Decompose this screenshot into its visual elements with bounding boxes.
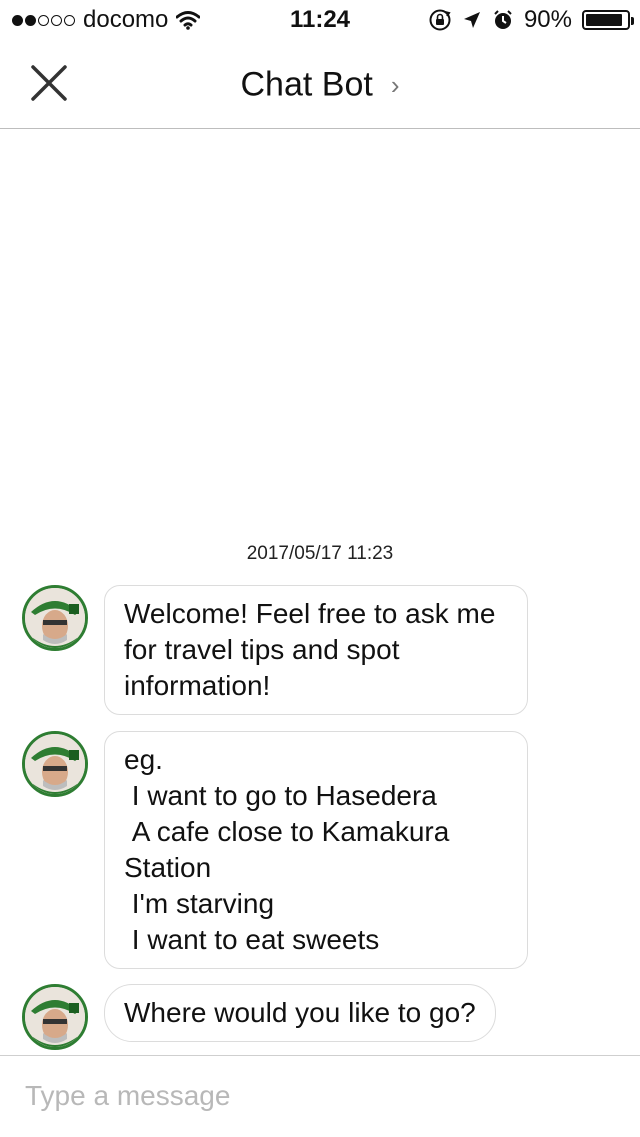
chevron-right-icon: › [390,69,400,100]
battery-percent: 90% [523,6,572,33]
bot-message-bubble: Where would you like to go? [104,984,496,1042]
location-arrow-icon [463,12,480,28]
alarm-icon [494,10,512,29]
nav-bar: Chat Bot › [0,40,640,129]
status-right: 90% [428,6,634,34]
chat-timestamp: 2017/05/17 11:23 [246,543,394,564]
rotation-lock-icon [429,9,451,31]
message-row: eg. I want to go to Hasedera A cafe clos… [22,731,528,969]
message-row: Welcome! Feel free to ask me for travel … [22,585,528,715]
message-input[interactable] [25,1076,615,1116]
status-bar: docomo 11:24 90% [0,0,640,40]
page-title: Chat Bot [240,65,373,104]
bot-avatar [22,731,88,797]
battery-tip [631,17,634,25]
message-row: Where would you like to go? [22,984,496,1050]
bot-avatar-image [25,588,85,648]
message-input-bar [0,1055,640,1137]
bot-message-bubble: Welcome! Feel free to ask me for travel … [104,585,528,715]
battery-icon [582,10,634,30]
bot-avatar [22,984,88,1050]
chat-title-button[interactable]: Chat Bot › [0,64,640,105]
battery-level [586,14,622,26]
bot-avatar-image [25,734,85,794]
bot-avatar-image [25,987,85,1047]
bot-avatar [22,585,88,651]
bot-message-bubble: eg. I want to go to Hasedera A cafe clos… [104,731,528,969]
